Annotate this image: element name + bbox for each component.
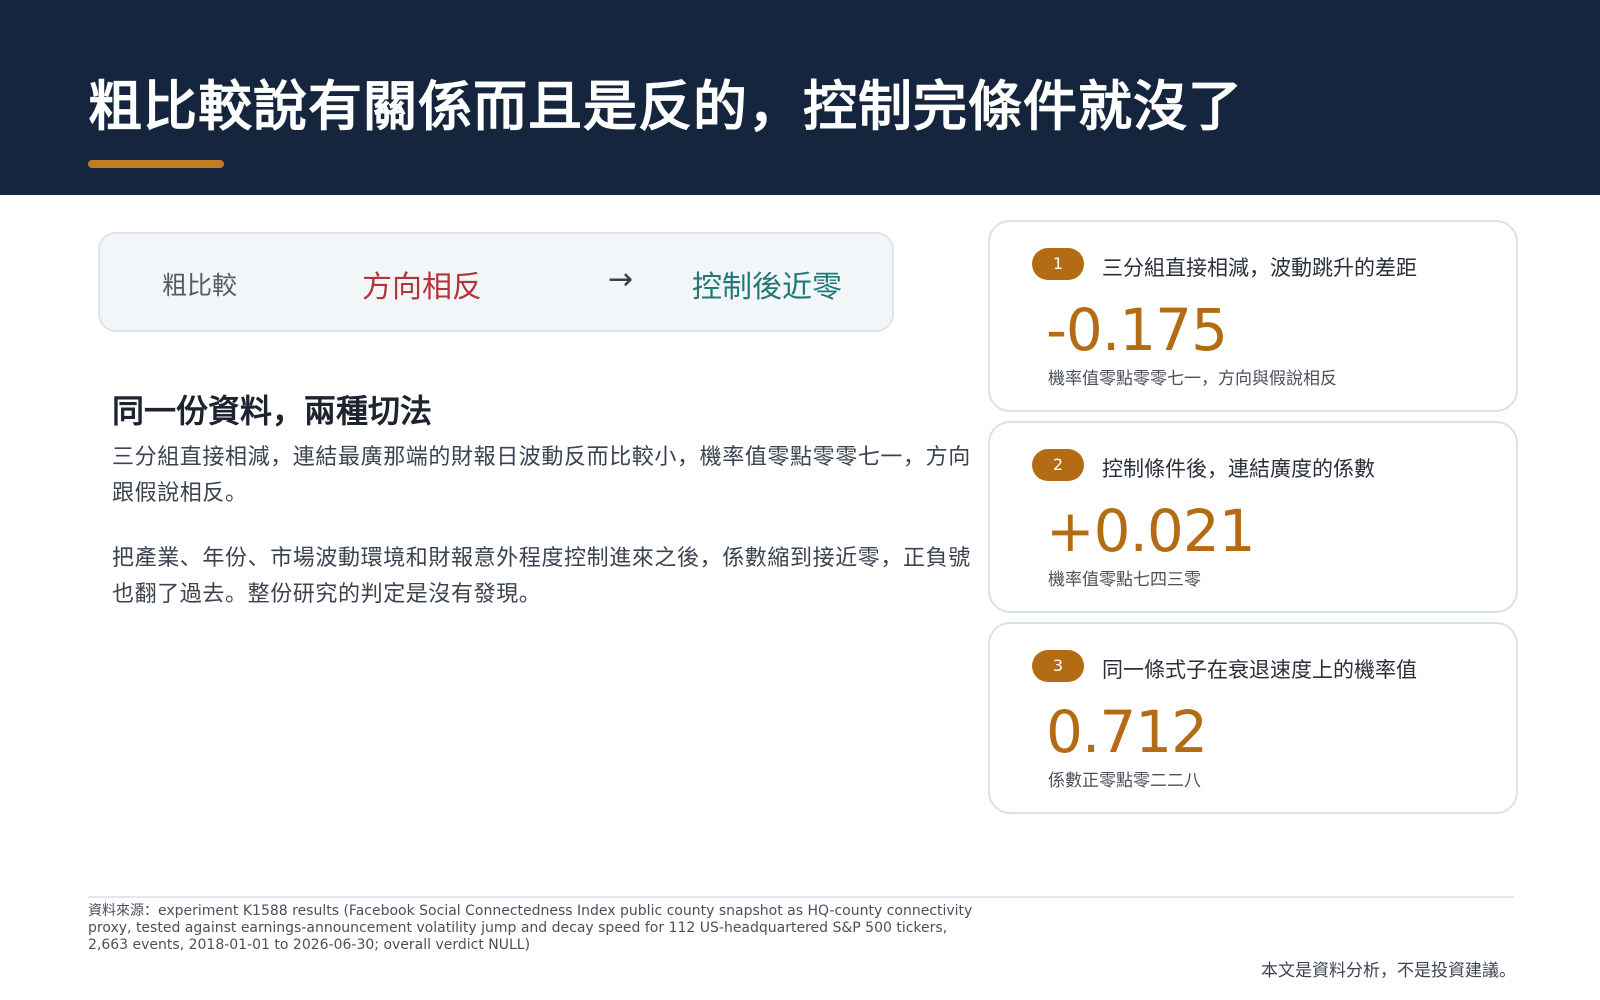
flow-near-zero: 控制後近零: [692, 270, 842, 305]
card-number-badge: 1: [1032, 248, 1084, 280]
paragraph-controlled: 把產業、年份、市場波動環境和財報意外程度控制進來之後，係數縮到接近零，正負號也翻…: [112, 546, 971, 607]
title-banner: 粗比較說有關係而且是反的，控制完條件就沒了: [0, 0, 1600, 195]
paragraph-raw-comparison: 三分組直接相減，連結最廣那端的財報日波動反而比較小，機率值零點零零七一，方向跟假…: [112, 445, 971, 506]
card-label: 控制條件後，連結廣度的係數: [1102, 457, 1375, 481]
title-accent-bar: [88, 160, 224, 168]
page-title: 粗比較說有關係而且是反的，控制完條件就沒了: [88, 75, 1243, 138]
disclaimer: 本文是資料分析，不是投資建議。: [1261, 961, 1516, 981]
arrow-right-icon: →: [608, 262, 634, 297]
card-label: 三分組直接相減，波動跳升的差距: [1102, 256, 1417, 280]
comparison-flow: 粗比較 方向相反 → 控制後近零: [98, 232, 894, 332]
stat-card-2: 2 控制條件後，連結廣度的係數 +0.021 機率值零點七四三零: [988, 421, 1518, 613]
card-label: 同一條式子在衰退速度上的機率值: [1102, 658, 1417, 682]
stat-card-1: 1 三分組直接相減，波動跳升的差距 -0.175 機率值零點零零七一，方向與假說…: [988, 220, 1518, 412]
stat-card-3: 3 同一條式子在衰退速度上的機率值 0.712 係數正零點零二二八: [988, 622, 1518, 814]
slide: 粗比較說有關係而且是反的，控制完條件就沒了 粗比較 方向相反 → 控制後近零 同…: [0, 0, 1600, 1000]
flow-label: 粗比較: [162, 271, 238, 300]
card-value: 0.712: [1046, 698, 1208, 766]
section-heading: 同一份資料，兩種切法: [112, 392, 433, 430]
flow-opposite-direction: 方向相反: [362, 270, 482, 305]
card-number-badge: 2: [1032, 449, 1084, 481]
card-note: 機率值零點七四三零: [1048, 570, 1201, 590]
footer-divider: [88, 896, 1514, 898]
card-note: 機率值零點零零七一，方向與假說相反: [1048, 369, 1337, 389]
data-source-note: 資料來源：experiment K1588 results (Facebook …: [88, 903, 973, 953]
card-value: -0.175: [1046, 296, 1228, 364]
card-number-badge: 3: [1032, 650, 1084, 682]
card-value: +0.021: [1046, 497, 1256, 565]
card-note: 係數正零點零二二八: [1048, 771, 1201, 791]
